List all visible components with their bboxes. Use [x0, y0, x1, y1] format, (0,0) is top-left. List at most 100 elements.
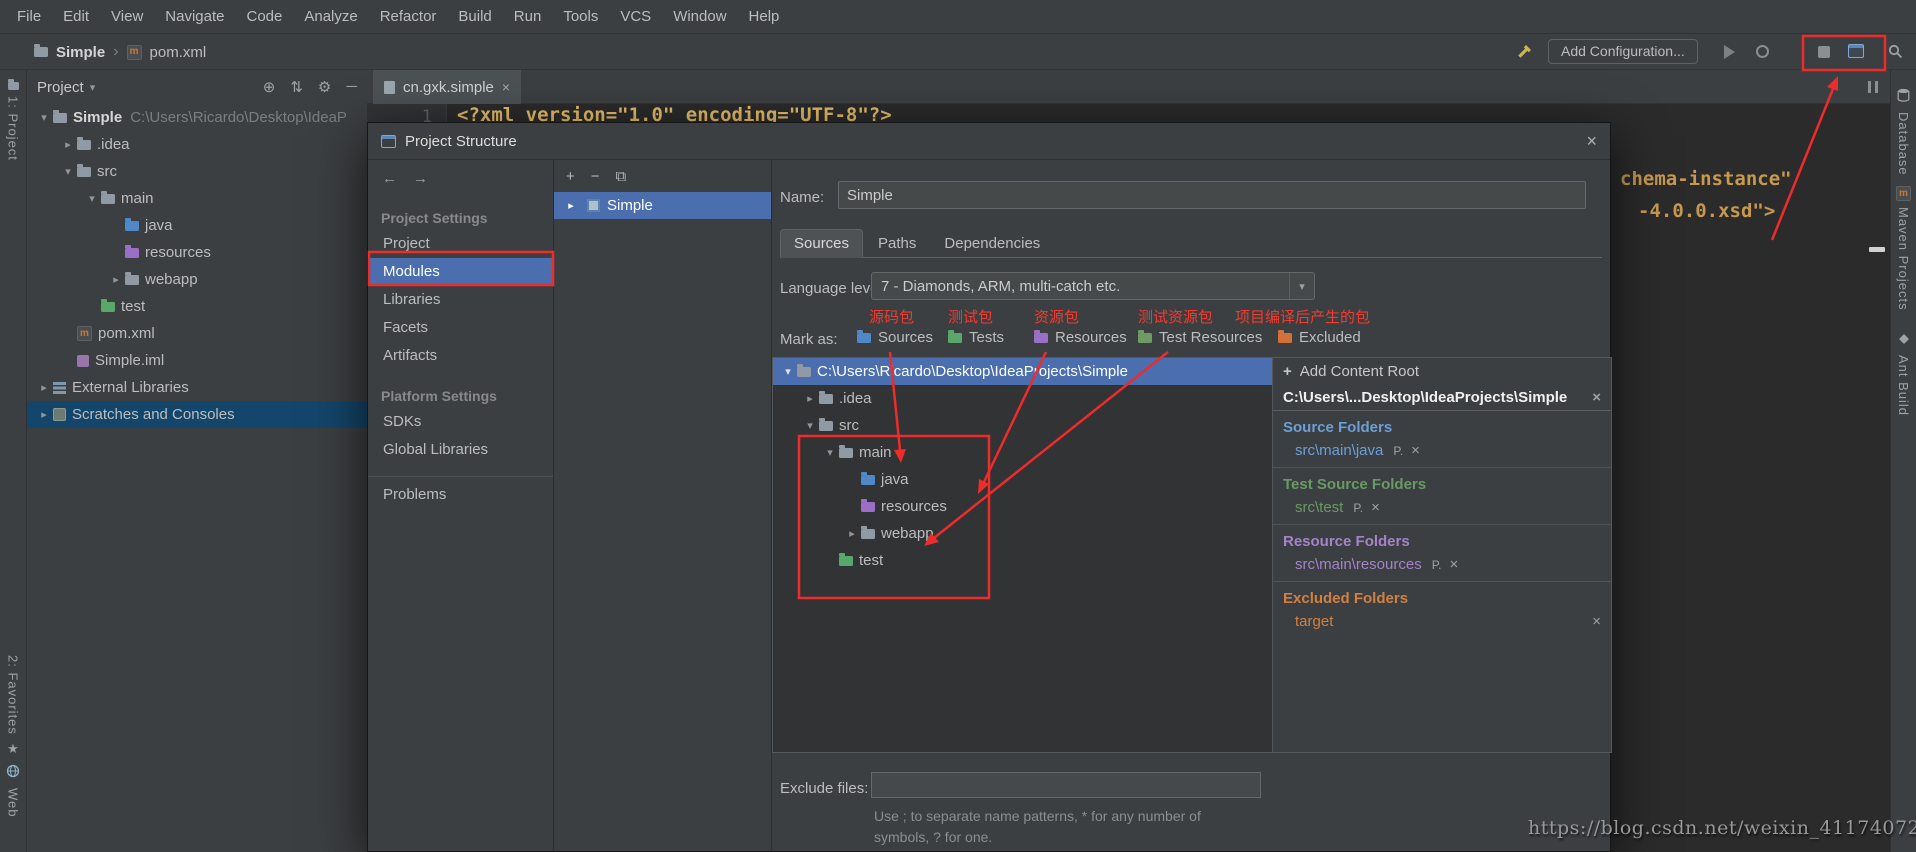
tree-item-iml[interactable]: Simple.iml	[27, 347, 367, 374]
tree-item-resources[interactable]: resources	[773, 493, 1272, 520]
menu-item-help[interactable]: Help	[738, 8, 791, 25]
run-icon[interactable]	[1724, 45, 1735, 59]
chevron-collapsed-icon[interactable]: ▸	[35, 408, 53, 421]
project-structure-icon[interactable]	[1848, 44, 1864, 58]
chevron-collapsed-icon[interactable]: ▸	[843, 527, 861, 540]
tree-item-external-libraries[interactable]: ▸ External Libraries	[27, 374, 367, 401]
tree-item-main[interactable]: ▾ main	[27, 185, 367, 212]
scroll-sync-icon[interactable]: ⇅	[290, 78, 303, 96]
menu-item-tools[interactable]: Tools	[552, 8, 609, 25]
menu-item-window[interactable]: Window	[662, 8, 737, 25]
test-source-folder-entry[interactable]: src\test P. ×	[1273, 496, 1611, 519]
menu-item-view[interactable]: View	[100, 8, 154, 25]
tab-dependencies[interactable]: Dependencies	[931, 230, 1053, 257]
tree-item-scratches[interactable]: ▸ Scratches and Consoles	[27, 401, 367, 428]
tree-item-pom[interactable]: m pom.xml	[27, 320, 367, 347]
mark-as-test-resources[interactable]: Test Resources	[1138, 329, 1262, 346]
chevron-collapsed-icon[interactable]: ▸	[35, 381, 53, 394]
scrollbar-mark[interactable]	[1869, 247, 1885, 252]
chevron-collapsed-icon[interactable]: ▸	[562, 199, 580, 212]
tool-button-maven[interactable]: m Maven Projects	[1891, 186, 1916, 311]
hide-panel-icon[interactable]: ─	[346, 78, 357, 96]
menu-item-vcs[interactable]: VCS	[609, 8, 662, 25]
remove-folder-icon[interactable]: ×	[1411, 442, 1420, 459]
menu-item-build[interactable]: Build	[447, 8, 502, 25]
nav-item-global-libraries[interactable]: Global Libraries	[368, 436, 553, 464]
tree-item-src[interactable]: ▾ src	[27, 158, 367, 185]
close-icon[interactable]: ×	[1592, 389, 1601, 406]
menu-item-analyze[interactable]: Analyze	[293, 8, 368, 25]
breadcrumb-project[interactable]: Simple	[56, 44, 105, 61]
coverage-icon[interactable]	[1756, 45, 1769, 58]
tree-item-java[interactable]: java	[27, 212, 367, 239]
editor-tab[interactable]: cn.gxk.simple ×	[373, 70, 522, 104]
tree-item-src[interactable]: ▾ src	[773, 412, 1272, 439]
chevron-expanded-icon[interactable]: ▾	[59, 165, 77, 178]
chevron-expanded-icon[interactable]: ▾	[779, 365, 797, 378]
copy-icon[interactable]: ⧉	[616, 168, 627, 185]
tree-item-test[interactable]: test	[27, 293, 367, 320]
mark-as-excluded[interactable]: Excluded	[1278, 329, 1361, 346]
tool-button-web[interactable]: Web	[0, 764, 26, 818]
tool-button-database[interactable]: Database	[1891, 88, 1916, 176]
chevron-expanded-icon[interactable]: ▾	[35, 111, 53, 124]
chevron-collapsed-icon[interactable]: ▸	[59, 138, 77, 151]
nav-item-libraries[interactable]: Libraries	[368, 286, 553, 314]
tree-item-idea[interactable]: ▸ .idea	[27, 131, 367, 158]
package-prefix-icon[interactable]: P.	[1393, 444, 1403, 458]
nav-item-problems[interactable]: Problems	[368, 481, 553, 509]
add-icon[interactable]: +	[566, 168, 575, 185]
language-level-select[interactable]: 7 - Diamonds, ARM, multi-catch etc. ▾	[871, 272, 1315, 300]
source-folder-entry[interactable]: src\main\java P. ×	[1273, 439, 1611, 462]
nav-item-modules[interactable]: Modules	[368, 258, 553, 286]
nav-item-facets[interactable]: Facets	[368, 314, 553, 342]
chevron-collapsed-icon[interactable]: ▸	[801, 392, 819, 405]
gear-icon[interactable]: ⚙	[318, 78, 331, 96]
chevron-expanded-icon[interactable]: ▾	[801, 419, 819, 432]
tree-item-main[interactable]: ▾ main	[773, 439, 1272, 466]
package-prefix-icon[interactable]: P.	[1432, 558, 1442, 572]
project-panel-title[interactable]: Project	[37, 79, 84, 96]
forward-icon[interactable]: →	[413, 170, 428, 187]
menu-item-navigate[interactable]: Navigate	[154, 8, 235, 25]
tab-paths[interactable]: Paths	[865, 230, 929, 257]
tree-item-test[interactable]: test	[773, 547, 1272, 574]
tool-button-project[interactable]: 1: Project	[0, 79, 26, 161]
tool-button-ant[interactable]: Ant Build	[1891, 332, 1916, 416]
tree-item-content-root[interactable]: ▾ C:\Users\Ricardo\Desktop\IdeaProjects\…	[773, 358, 1272, 385]
exclude-files-input[interactable]	[871, 772, 1261, 798]
tree-item-resources[interactable]: resources	[27, 239, 367, 266]
search-icon[interactable]	[1888, 44, 1903, 63]
add-configuration-button[interactable]: Add Configuration...	[1548, 39, 1698, 64]
stop-icon[interactable]	[1818, 46, 1830, 58]
mark-as-sources[interactable]: Sources	[857, 329, 933, 346]
dialog-title-bar[interactable]: Project Structure ×	[368, 123, 1610, 160]
breadcrumb-file[interactable]: pom.xml	[150, 44, 207, 61]
mark-as-resources[interactable]: Resources	[1034, 329, 1127, 346]
nav-item-sdks[interactable]: SDKs	[368, 408, 553, 436]
menu-item-run[interactable]: Run	[503, 8, 553, 25]
remove-folder-icon[interactable]: ×	[1371, 499, 1380, 516]
menu-item-file[interactable]: File	[6, 8, 52, 25]
tree-item-webapp[interactable]: ▸ webapp	[773, 520, 1272, 547]
build-hammer-icon[interactable]	[1516, 43, 1533, 64]
tree-item-webapp[interactable]: ▸ webapp	[27, 266, 367, 293]
locate-icon[interactable]: ⊕	[263, 78, 276, 96]
content-root-path-header[interactable]: C:\Users\...Desktop\IdeaProjects\Simple …	[1273, 385, 1611, 411]
module-list-item[interactable]: ▸ Simple	[554, 192, 771, 219]
chevron-down-icon[interactable]: ▾	[90, 81, 96, 94]
nav-item-artifacts[interactable]: Artifacts	[368, 342, 553, 370]
menu-item-edit[interactable]: Edit	[52, 8, 100, 25]
remove-icon[interactable]: −	[591, 168, 600, 185]
package-prefix-icon[interactable]: P.	[1353, 501, 1363, 515]
excluded-folder-entry[interactable]: target ×	[1273, 610, 1611, 633]
resource-folder-entry[interactable]: src\main\resources P. ×	[1273, 553, 1611, 576]
menu-item-refactor[interactable]: Refactor	[369, 8, 448, 25]
chevron-expanded-icon[interactable]: ▾	[83, 192, 101, 205]
back-icon[interactable]: ←	[382, 170, 397, 187]
close-icon[interactable]: ×	[502, 79, 510, 95]
chevron-down-icon[interactable]: ▾	[1289, 273, 1314, 299]
nav-item-project[interactable]: Project	[368, 230, 553, 258]
chevron-expanded-icon[interactable]: ▾	[821, 446, 839, 459]
close-icon[interactable]: ×	[1586, 131, 1597, 152]
